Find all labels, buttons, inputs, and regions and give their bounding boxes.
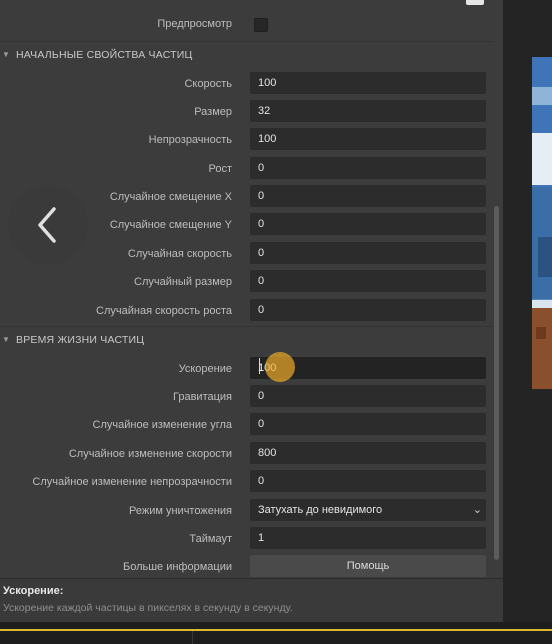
chevron-left-icon bbox=[38, 207, 56, 243]
prop-label: Случайное изменение угла bbox=[92, 419, 232, 431]
prop-row-random-angle-change: Случайное изменение угла 0 bbox=[0, 411, 492, 439]
random-offset-x-field[interactable]: 0 bbox=[250, 185, 486, 207]
prop-label: Случайная скорость bbox=[127, 248, 232, 260]
checkbox-partial[interactable] bbox=[466, 0, 484, 5]
properties-panel: Предпросмотр ▼ НАЧАЛЬНЫЕ СВОЙСТВА ЧАСТИЦ… bbox=[0, 0, 503, 623]
preview-rock-shadow bbox=[538, 237, 552, 277]
prop-label: Случайное изменение непрозрачности bbox=[32, 476, 232, 488]
destroy-mode-select[interactable]: Затухать до невидимого ⌄ bbox=[250, 499, 486, 521]
panel-top-strip bbox=[0, 0, 503, 8]
preview-label: Предпросмотр bbox=[157, 18, 232, 30]
prop-row-destroy-mode: Режим уничтожения Затухать до невидимого… bbox=[0, 497, 492, 525]
preview-dirt bbox=[532, 308, 552, 389]
scene-preview-thumbnail bbox=[532, 57, 552, 389]
section-title: НАЧАЛЬНЫЕ СВОЙСТВА ЧАСТИЦ bbox=[16, 49, 193, 61]
random-size-field[interactable]: 0 bbox=[250, 270, 486, 292]
prop-row-random-growth-speed: Случайная скорость роста 0 bbox=[0, 297, 492, 325]
preview-cloud bbox=[532, 87, 552, 105]
timeout-field[interactable]: 1 bbox=[250, 527, 486, 549]
prop-label: Случайная скорость роста bbox=[96, 305, 232, 317]
prop-label: Ускорение bbox=[178, 363, 232, 375]
preview-ground-edge bbox=[532, 300, 552, 308]
prop-label: Размер bbox=[194, 106, 232, 118]
prop-row-random-opacity-change: Случайное изменение непрозрачности 0 bbox=[0, 468, 492, 496]
prop-label: Таймаут bbox=[189, 533, 232, 545]
section-title: ВРЕМЯ ЖИЗНИ ЧАСТИЦ bbox=[16, 334, 145, 346]
text-caret bbox=[259, 358, 260, 374]
prop-label: Скорость bbox=[184, 78, 232, 90]
prop-label: Случайное смещение Y bbox=[109, 219, 232, 231]
prop-row-more-info: Больше информации Помощь bbox=[0, 553, 492, 581]
prop-row-timeout: Таймаут 1 bbox=[0, 525, 492, 553]
info-panel: Ускорение: Ускорение каждой частицы в пи… bbox=[0, 578, 503, 623]
gravity-field[interactable]: 0 bbox=[250, 385, 486, 407]
prop-row-acceleration: Ускорение 100 bbox=[0, 355, 492, 383]
random-opacity-change-field[interactable]: 0 bbox=[250, 470, 486, 492]
destroy-mode-value: Затухать до невидимого bbox=[258, 504, 383, 516]
prop-row-opacity: Непрозрачность 100 bbox=[0, 126, 492, 154]
random-angle-change-field[interactable]: 0 bbox=[250, 413, 486, 435]
preview-snow bbox=[532, 133, 552, 185]
random-growth-speed-field[interactable]: 0 bbox=[250, 299, 486, 321]
prop-row-random-speed-change: Случайное изменение скорости 800 bbox=[0, 440, 492, 468]
section-initial-properties[interactable]: ▼ НАЧАЛЬНЫЕ СВОЙСТВА ЧАСТИЦ bbox=[0, 41, 492, 68]
prop-label: Непрозрачность bbox=[148, 134, 232, 146]
opacity-field[interactable]: 100 bbox=[250, 128, 486, 150]
chevron-down-icon: ⌄ bbox=[472, 504, 482, 516]
back-button[interactable] bbox=[8, 185, 88, 265]
section-particle-lifetime[interactable]: ▼ ВРЕМЯ ЖИЗНИ ЧАСТИЦ bbox=[0, 326, 492, 353]
prop-label: Случайное изменение скорости bbox=[68, 448, 232, 460]
random-speed-field[interactable]: 0 bbox=[250, 242, 486, 264]
prop-label: Гравитация bbox=[173, 391, 232, 403]
size-field[interactable]: 32 bbox=[250, 100, 486, 122]
triangle-down-icon: ▼ bbox=[2, 335, 11, 344]
prop-label: Больше информации bbox=[122, 561, 232, 573]
growth-field[interactable]: 0 bbox=[250, 157, 486, 179]
bottom-toolbar bbox=[0, 622, 552, 644]
prop-label: Случайное смещение X bbox=[109, 191, 232, 203]
bottom-separator bbox=[192, 631, 193, 644]
prop-label: Рост bbox=[208, 163, 232, 175]
preview-checkbox[interactable] bbox=[254, 18, 268, 32]
prop-label: Случайный размер bbox=[134, 276, 232, 288]
prop-row-growth: Рост 0 bbox=[0, 155, 492, 183]
random-offset-y-field[interactable]: 0 bbox=[250, 213, 486, 235]
triangle-down-icon: ▼ bbox=[2, 50, 11, 59]
speed-field[interactable]: 100 bbox=[250, 72, 486, 94]
prop-label: Режим уничтожения bbox=[129, 505, 232, 517]
mouse-cursor-highlight bbox=[265, 352, 295, 382]
prop-row-size: Размер 32 bbox=[0, 98, 492, 126]
preview-row: Предпросмотр bbox=[0, 10, 492, 38]
help-button[interactable]: Помощь bbox=[250, 555, 486, 577]
bottom-accent-line bbox=[0, 629, 552, 631]
scrollbar-thumb[interactable] bbox=[494, 206, 499, 560]
prop-row-gravity: Гравитация 0 bbox=[0, 383, 492, 411]
prop-row-random-size: Случайный размер 0 bbox=[0, 268, 492, 296]
info-description: Ускорение каждой частицы в пикселях в се… bbox=[3, 602, 293, 614]
random-speed-change-field[interactable]: 800 bbox=[250, 442, 486, 464]
prop-row-speed: Скорость 100 bbox=[0, 70, 492, 98]
info-title: Ускорение: bbox=[3, 585, 64, 597]
preview-dirt-detail bbox=[536, 327, 546, 339]
